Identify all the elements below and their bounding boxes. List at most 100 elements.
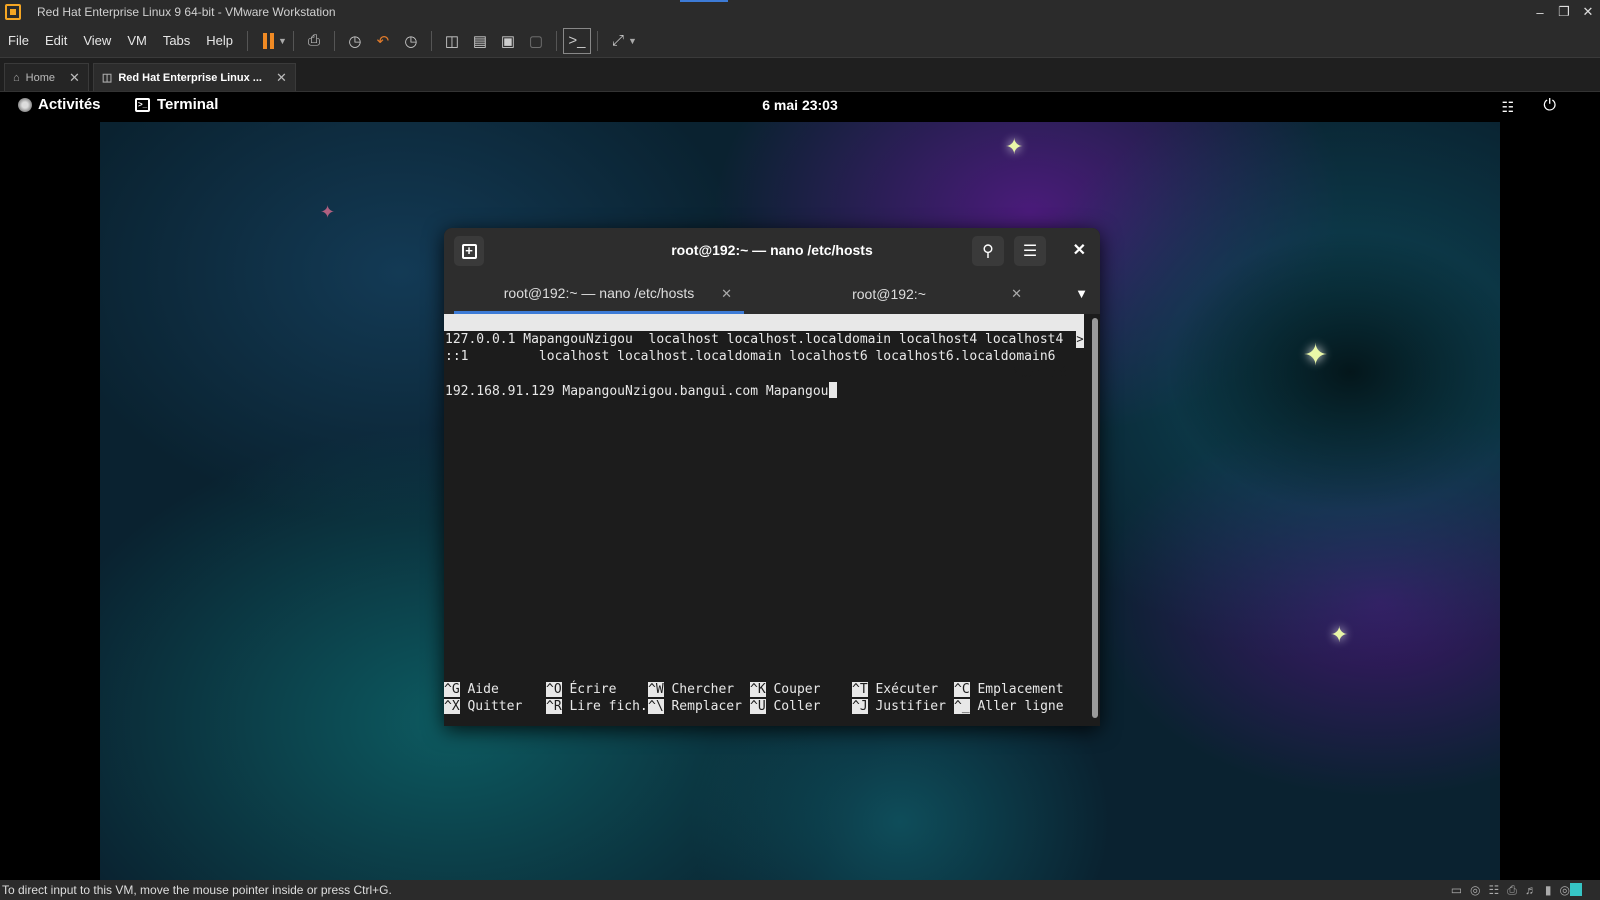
menu-view[interactable]: View: [75, 33, 119, 48]
shortcut-paste: ^U Coller: [750, 699, 821, 714]
terminal-headerbar: + root@192:~ — nano /etc/hosts ⚲ ☰ ✕: [444, 228, 1100, 274]
menu-tabs[interactable]: Tabs: [155, 33, 198, 48]
device-icons: ▭ ◎ ☷ ⎙ ♬ ▮ ◎: [1451, 883, 1570, 898]
close-icon[interactable]: ✕: [1073, 240, 1086, 260]
network-adapter-icon[interactable]: ☷: [1489, 883, 1500, 898]
hard-disk-icon[interactable]: ▭: [1451, 883, 1462, 898]
vm-icon: ◫: [101, 72, 113, 84]
menu-help[interactable]: Help: [198, 33, 241, 48]
shortcut-justify: ^J Justifier: [852, 699, 946, 714]
nano-modified-state: Modifié: [1012, 366, 1067, 381]
terminal-scrollbar[interactable]: [1090, 314, 1100, 726]
clock[interactable]: 6 mai 23:03: [0, 97, 1600, 113]
file-line-1: 127.0.0.1 MapangouNzigou localhost local…: [445, 332, 1064, 347]
sound-icon[interactable]: ♬: [1525, 883, 1537, 898]
tab-label: Red Hat Enterprise Linux ...: [118, 71, 262, 84]
scrollbar-thumb[interactable]: [1092, 318, 1098, 718]
tab-label: Home: [25, 71, 55, 84]
title-accent: [680, 0, 728, 2]
terminal-tabbar: root@192:~ — nano /etc/hosts ✕ root@192:…: [444, 274, 1100, 314]
shortcut-replace: ^\ Remplacer: [648, 699, 742, 714]
file-line-4-text: 192.168.91.129 MapangouNzigou.bangui.com…: [445, 384, 829, 399]
text-cursor: [828, 382, 837, 398]
terminal-tab-label: root@192:~: [852, 286, 926, 302]
close-tab-icon[interactable]: ✕: [69, 70, 80, 86]
home-icon: ⌂: [13, 71, 20, 84]
chevron-down-icon[interactable]: ▼: [1075, 286, 1088, 301]
printer-icon[interactable]: ⎙: [1507, 883, 1517, 898]
close-window-icon[interactable]: ✕: [1576, 0, 1600, 24]
toolbar-separator: [333, 30, 335, 51]
cd-icon[interactable]: ◎: [1470, 883, 1480, 898]
shortcut-goto-line: ^_ Aller ligne: [954, 699, 1064, 714]
unity-icon[interactable]: ▢: [522, 28, 550, 54]
nano-titlebar: GNU nano 5.6.1 /etc/hosts Modifié: [444, 314, 1084, 381]
console-view-icon[interactable]: >_: [562, 27, 591, 54]
shortcut-execute: ^T Exécuter: [852, 682, 939, 697]
tab-rhel[interactable]: ◫ Red Hat Enterprise Linux ... ✕: [92, 63, 296, 91]
network-icon[interactable]: ☷: [1501, 99, 1514, 116]
shortcut-write: ^O Écrire: [546, 682, 617, 697]
vmware-statusbar: To direct input to this VM, move the mou…: [0, 880, 1600, 900]
shortcut-location: ^C Emplacement: [954, 682, 1064, 697]
minimize-icon[interactable]: –: [1528, 0, 1552, 24]
terminal-tab-shell[interactable]: root@192:~ ✕: [744, 274, 1034, 314]
search-button[interactable]: ⚲: [972, 236, 1004, 266]
shortcut-quit: ^X Quitter: [444, 699, 523, 714]
file-line-4: 192.168.91.129 MapangouNzigou.bangui.com…: [445, 382, 837, 399]
file-line-2: ::1 localhost localhost.localdomain loca…: [445, 349, 1056, 364]
vmware-titlebar: Red Hat Enterprise Linux 9 64-bit - VMwa…: [0, 0, 1600, 24]
menu-edit[interactable]: Edit: [37, 33, 75, 48]
toolbar-separator: [596, 30, 598, 51]
shortcut-read-file: ^R Lire fich.: [546, 699, 648, 714]
tab-home[interactable]: ⌂ Home ✕: [4, 63, 89, 91]
terminal-tab-label: root@192:~ — nano /etc/hosts: [503, 284, 695, 301]
window-title: Red Hat Enterprise Linux 9 64-bit - VMwa…: [37, 5, 336, 19]
toolbar-separator: [555, 30, 557, 51]
star-decoration: ✦: [1303, 339, 1329, 372]
revert-snapshot-icon[interactable]: ↶: [369, 28, 397, 54]
thumbnail-view-icon[interactable]: ▤: [466, 28, 494, 54]
line-more-indicator: >: [1076, 331, 1084, 348]
shortcut-help: ^G Aide: [444, 682, 499, 697]
terminal-tab-nano[interactable]: root@192:~ — nano /etc/hosts ✕: [454, 274, 744, 314]
window-controls: – ❐ ✕: [1528, 0, 1600, 24]
send-ctrl-alt-del-button[interactable]: ⎙: [300, 28, 328, 54]
vmware-logo-icon: [5, 4, 21, 20]
terminal-window[interactable]: + root@192:~ — nano /etc/hosts ⚲ ☰ ✕ roo…: [444, 228, 1100, 726]
usb-icon[interactable]: ▮: [1545, 883, 1552, 898]
menu-button[interactable]: ☰: [1014, 236, 1046, 266]
maximize-icon[interactable]: ❐: [1552, 0, 1576, 24]
toolbar-separator: [430, 30, 432, 51]
messages-icon[interactable]: [1570, 883, 1582, 896]
menu-vm[interactable]: VM: [119, 33, 155, 48]
terminal-content[interactable]: GNU nano 5.6.1 /etc/hosts Modifié 127.0.…: [444, 314, 1090, 726]
chevron-down-icon[interactable]: ▼: [628, 36, 637, 46]
star-decoration: ✦: [1330, 622, 1349, 647]
power-icon[interactable]: ⏻: [1543, 97, 1556, 115]
star-decoration: ✦: [320, 202, 336, 222]
library-view-icon[interactable]: ◫: [438, 28, 466, 54]
toolbar-separator: [292, 30, 294, 51]
shortcut-search: ^W Chercher: [648, 682, 735, 697]
guest-display[interactable]: Activités >_ Terminal 6 mai 23:03 ☷ ⏻ ✦ …: [0, 92, 1600, 880]
snapshot-manager-icon[interactable]: ◷: [397, 28, 425, 54]
close-tab-icon[interactable]: ✕: [276, 70, 287, 86]
display-icon[interactable]: ◎: [1560, 883, 1570, 898]
vmware-menubar: File Edit View VM Tabs Help ▼ ⎙ ◷ ↶ ◷ ◫ …: [0, 24, 1600, 58]
star-decoration: ✦: [1005, 134, 1024, 159]
hamburger-icon: ☰: [1022, 243, 1038, 260]
search-icon: ⚲: [982, 243, 994, 260]
shortcut-cut: ^K Couper: [750, 682, 821, 697]
chevron-down-icon[interactable]: ▼: [278, 36, 287, 46]
close-tab-icon[interactable]: ✕: [1011, 286, 1022, 302]
vmware-tabbar: ⌂ Home ✕ ◫ Red Hat Enterprise Linux ... …: [0, 58, 1600, 92]
menu-file[interactable]: File: [0, 33, 37, 48]
gnome-top-bar: Activités >_ Terminal 6 mai 23:03 ☷ ⏻: [0, 92, 1600, 122]
snapshot-icon[interactable]: ◷: [341, 28, 369, 54]
status-text: To direct input to this VM, move the mou…: [2, 883, 392, 897]
pause-icon: [262, 32, 274, 49]
fullscreen-icon[interactable]: ▣: [494, 28, 522, 54]
toolbar-separator: [247, 30, 249, 51]
close-tab-icon[interactable]: ✕: [721, 286, 732, 302]
